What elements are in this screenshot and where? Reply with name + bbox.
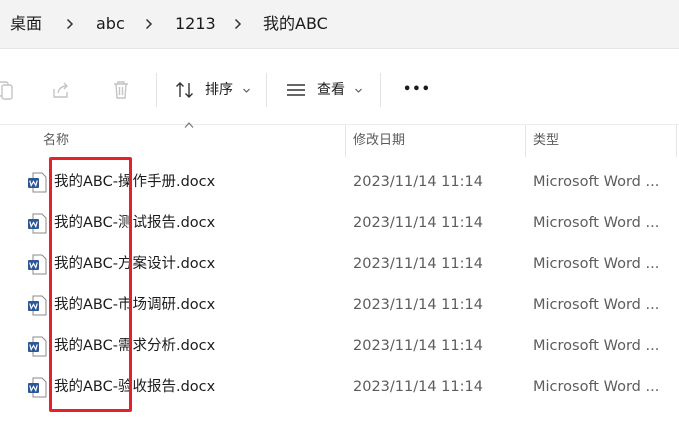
view-button[interactable]: 查看	[317, 79, 345, 101]
sort-button[interactable]: 排序	[205, 79, 233, 101]
file-modified-date: 2023/11/14 11:14	[353, 338, 483, 354]
file-type: Microsoft Word ...	[533, 338, 660, 354]
chevron-down-icon[interactable]	[242, 86, 251, 95]
file-row[interactable]: 我的ABC-方案设计.docx 2023/11/14 11:14 Microso…	[0, 244, 679, 285]
breadcrumb-item-current[interactable]: 我的ABC	[263, 13, 328, 35]
file-name[interactable]: 我的ABC-验收报告.docx	[54, 377, 215, 397]
sort-icon[interactable]	[174, 79, 196, 101]
chevron-down-icon[interactable]	[354, 86, 363, 95]
file-name[interactable]: 我的ABC-测试报告.docx	[54, 213, 215, 233]
view-lines-icon[interactable]	[285, 79, 307, 101]
file-name[interactable]: 我的ABC-需求分析.docx	[54, 336, 215, 356]
column-resize-handle[interactable]	[345, 125, 346, 157]
file-name[interactable]: 我的ABC-市场调研.docx	[54, 295, 215, 315]
toolbar-divider	[380, 73, 381, 107]
command-bar: 排序 查看 •••	[0, 57, 679, 123]
file-type: Microsoft Word ...	[533, 215, 660, 231]
column-header-name[interactable]: 名称	[43, 133, 69, 149]
file-modified-date: 2023/11/14 11:14	[353, 256, 483, 272]
file-modified-date: 2023/11/14 11:14	[353, 174, 483, 190]
file-type: Microsoft Word ...	[533, 256, 660, 272]
breadcrumb: 桌面 abc 1213 我的ABC	[0, 0, 679, 49]
file-modified-date: 2023/11/14 11:14	[353, 297, 483, 313]
delete-icon[interactable]	[110, 79, 132, 101]
file-type: Microsoft Word ...	[533, 379, 660, 395]
file-modified-date: 2023/11/14 11:14	[353, 379, 483, 395]
column-resize-handle[interactable]	[676, 125, 677, 157]
toolbar-divider	[266, 73, 267, 107]
file-row[interactable]: 我的ABC-需求分析.docx 2023/11/14 11:14 Microso…	[0, 326, 679, 367]
breadcrumb-item-desktop[interactable]: 桌面	[10, 13, 42, 35]
file-type: Microsoft Word ...	[533, 297, 660, 313]
word-document-icon	[28, 377, 47, 398]
file-type: Microsoft Word ...	[533, 174, 660, 190]
share-icon[interactable]	[51, 79, 73, 101]
word-document-icon	[28, 213, 47, 234]
file-row[interactable]: 我的ABC-操作手册.docx 2023/11/14 11:14 Microso…	[0, 162, 679, 203]
word-document-icon	[28, 172, 47, 193]
breadcrumb-item-abc[interactable]: abc	[96, 13, 125, 35]
file-modified-date: 2023/11/14 11:14	[353, 215, 483, 231]
column-header-modified[interactable]: 修改日期	[353, 133, 405, 149]
word-document-icon	[28, 254, 47, 275]
file-name[interactable]: 我的ABC-操作手册.docx	[54, 172, 215, 192]
chevron-right-icon[interactable]	[231, 17, 245, 31]
file-row[interactable]: 我的ABC-测试报告.docx 2023/11/14 11:14 Microso…	[0, 203, 679, 244]
more-options-button[interactable]: •••	[403, 79, 431, 101]
breadcrumb-item-1213[interactable]: 1213	[175, 13, 216, 35]
column-header-type[interactable]: 类型	[533, 133, 559, 149]
column-resize-handle[interactable]	[525, 125, 526, 157]
chevron-right-icon[interactable]	[63, 17, 77, 31]
word-document-icon	[28, 336, 47, 357]
chevron-right-icon[interactable]	[142, 17, 156, 31]
word-document-icon	[28, 295, 47, 316]
file-row[interactable]: 我的ABC-市场调研.docx 2023/11/14 11:14 Microso…	[0, 285, 679, 326]
column-header: 名称 修改日期 类型	[0, 122, 679, 157]
toolbar-divider	[156, 73, 157, 107]
copy-icon[interactable]	[0, 79, 16, 101]
file-row[interactable]: 我的ABC-验收报告.docx 2023/11/14 11:14 Microso…	[0, 367, 679, 408]
file-name[interactable]: 我的ABC-方案设计.docx	[54, 254, 215, 274]
sort-ascending-icon	[184, 122, 194, 128]
